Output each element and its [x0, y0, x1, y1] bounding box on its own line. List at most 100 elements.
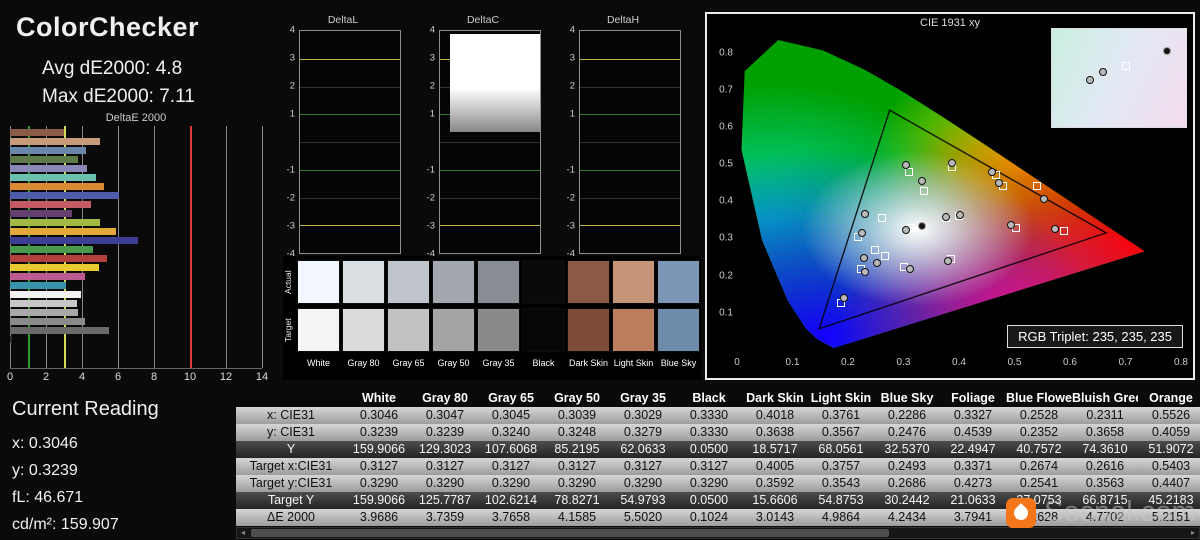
scroll-left-icon[interactable]: ◂ [237, 528, 249, 538]
table-cell[interactable]: 0.3290 [478, 475, 544, 492]
table-cell[interactable]: 0.3240 [478, 424, 544, 441]
swatch-target[interactable] [522, 308, 565, 352]
table-cell[interactable]: 3.9686 [346, 509, 412, 526]
table-cell[interactable]: 0.3290 [610, 475, 676, 492]
table-cell[interactable]: 3.7658 [478, 509, 544, 526]
table-cell[interactable]: 30.2442 [874, 492, 940, 509]
table-cell[interactable]: 68.0561 [808, 441, 874, 458]
table-cell[interactable]: 0.3290 [676, 475, 742, 492]
table-cell[interactable]: 0.2476 [874, 424, 940, 441]
table-cell[interactable]: 0.3239 [412, 424, 478, 441]
table-cell[interactable]: 0.3330 [676, 424, 742, 441]
swatch-actual[interactable] [522, 260, 565, 304]
swatch-actual[interactable] [612, 260, 655, 304]
table-cell[interactable]: 54.9793 [610, 492, 676, 509]
table-cell[interactable]: 0.2686 [874, 475, 940, 492]
table-cell[interactable]: 0.2674 [1006, 458, 1072, 475]
table-cell[interactable]: 15.6606 [742, 492, 808, 509]
table-cell[interactable]: 78.8271 [544, 492, 610, 509]
table-cell[interactable]: 0.3248 [544, 424, 610, 441]
swatch-actual[interactable] [567, 260, 610, 304]
swatch-target[interactable] [477, 308, 520, 352]
table-cell[interactable]: 0.3127 [676, 458, 742, 475]
table-cell[interactable]: 0.3757 [808, 458, 874, 475]
table-cell[interactable]: 0.3290 [544, 475, 610, 492]
table-cell[interactable]: 0.2493 [874, 458, 940, 475]
table-cell[interactable]: 0.2352 [1006, 424, 1072, 441]
table-cell[interactable]: 0.1024 [676, 509, 742, 526]
table-cell[interactable]: 0.3761 [808, 407, 874, 424]
table-cell[interactable]: 0.3327 [940, 407, 1006, 424]
swatch-actual[interactable] [297, 260, 340, 304]
table-cell[interactable]: 0.3045 [478, 407, 544, 424]
table-cell[interactable]: 0.5403 [1138, 458, 1200, 475]
scrollbar-track[interactable] [249, 528, 1187, 538]
swatch-target[interactable] [387, 308, 430, 352]
table-cell[interactable]: 3.7941 [940, 509, 1006, 526]
swatch-actual[interactable] [477, 260, 520, 304]
table-cell[interactable]: 0.4005 [742, 458, 808, 475]
table-cell[interactable]: 4.1585 [544, 509, 610, 526]
swatch-actual[interactable] [657, 260, 700, 304]
table-cell[interactable]: 3.7359 [412, 509, 478, 526]
table-cell[interactable]: 0.3371 [940, 458, 1006, 475]
table-cell[interactable]: 0.4407 [1138, 475, 1200, 492]
swatch-actual[interactable] [342, 260, 385, 304]
table-cell[interactable]: 18.5717 [742, 441, 808, 458]
table-cell[interactable]: 0.4273 [940, 475, 1006, 492]
table-cell[interactable]: 0.3290 [412, 475, 478, 492]
table-cell[interactable]: 102.6214 [478, 492, 544, 509]
table-cell[interactable]: 0.3046 [346, 407, 412, 424]
table-cell[interactable]: 0.3658 [1072, 424, 1138, 441]
table-cell[interactable]: 0.3290 [346, 475, 412, 492]
table-cell[interactable]: 0.4059 [1138, 424, 1200, 441]
table-cell[interactable]: 85.2195 [544, 441, 610, 458]
table-cell[interactable]: 62.0633 [610, 441, 676, 458]
table-cell[interactable]: 54.8753 [808, 492, 874, 509]
table-row-label[interactable]: Y [236, 441, 346, 458]
table-cell[interactable]: 4.9864 [808, 509, 874, 526]
table-cell[interactable]: 0.2311 [1072, 407, 1138, 424]
table-cell[interactable]: 40.7572 [1006, 441, 1072, 458]
swatch-actual[interactable] [387, 260, 430, 304]
table-cell[interactable]: 0.3567 [808, 424, 874, 441]
table-cell[interactable]: 3.0143 [742, 509, 808, 526]
swatch-target[interactable] [657, 308, 700, 352]
table-row-label[interactable]: Target Y [236, 492, 346, 509]
table-cell[interactable]: 0.3127 [346, 458, 412, 475]
table-cell[interactable]: 125.7787 [412, 492, 478, 509]
swatch-target[interactable] [342, 308, 385, 352]
table-cell[interactable]: 129.3023 [412, 441, 478, 458]
table-cell[interactable]: 0.3543 [808, 475, 874, 492]
table-row-label[interactable]: x: CIE31 [236, 407, 346, 424]
table-cell[interactable]: 22.4947 [940, 441, 1006, 458]
table-cell[interactable]: 0.5526 [1138, 407, 1200, 424]
table-cell[interactable]: 0.3127 [478, 458, 544, 475]
table-cell[interactable]: 0.0500 [676, 441, 742, 458]
table-cell[interactable]: 0.3330 [676, 407, 742, 424]
table-cell[interactable]: 0.3127 [412, 458, 478, 475]
table-cell[interactable]: 159.9066 [346, 441, 412, 458]
table-cell[interactable]: 4.2434 [874, 509, 940, 526]
table-cell[interactable]: 0.3592 [742, 475, 808, 492]
table-cell[interactable]: 0.4018 [742, 407, 808, 424]
table-cell[interactable]: 0.3029 [610, 407, 676, 424]
table-cell[interactable]: 0.2528 [1006, 407, 1072, 424]
table-row-label[interactable]: ΔE 2000 [236, 509, 346, 526]
table-cell[interactable]: 0.3239 [346, 424, 412, 441]
table-cell[interactable]: 0.4539 [940, 424, 1006, 441]
table-cell[interactable]: 51.9072 [1138, 441, 1200, 458]
swatch-target[interactable] [432, 308, 475, 352]
table-cell[interactable]: 107.6068 [478, 441, 544, 458]
table-row-label[interactable]: Target y:CIE31 [236, 475, 346, 492]
swatch-actual[interactable] [432, 260, 475, 304]
table-cell[interactable]: 0.2616 [1072, 458, 1138, 475]
table-cell[interactable]: 5.5020 [610, 509, 676, 526]
scrollbar-thumb[interactable] [251, 529, 889, 537]
table-cell[interactable]: 0.3563 [1072, 475, 1138, 492]
table-cell[interactable]: 0.3638 [742, 424, 808, 441]
scroll-right-icon[interactable]: ▸ [1187, 528, 1199, 538]
table-cell[interactable]: 0.3047 [412, 407, 478, 424]
table-cell[interactable]: 0.3127 [610, 458, 676, 475]
table-cell[interactable]: 0.3279 [610, 424, 676, 441]
